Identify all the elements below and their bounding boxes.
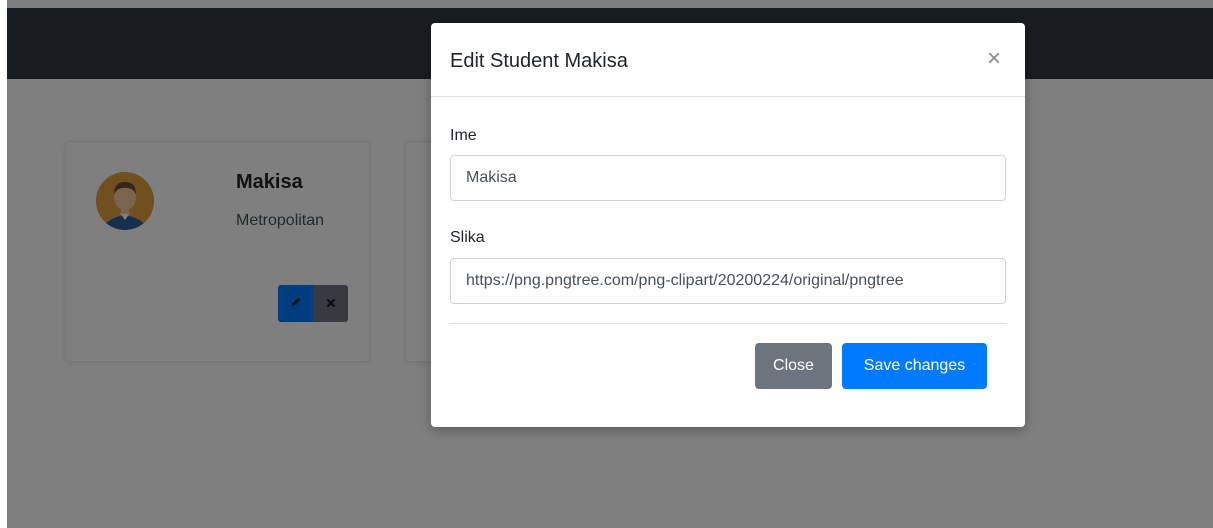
close-button[interactable]: Close — [755, 343, 832, 389]
edit-student-modal: Edit Student Makisa × Ime Slika Close Sa… — [431, 23, 1025, 427]
modal-close-icon[interactable]: × — [983, 45, 1005, 73]
ime-input[interactable] — [450, 155, 1006, 201]
slika-input[interactable] — [450, 258, 1006, 304]
save-changes-button[interactable]: Save changes — [842, 343, 987, 389]
footer-divider — [450, 323, 1006, 324]
ime-label: Ime — [450, 127, 477, 144]
page: Makisa Metropolitan — [7, 0, 1213, 528]
slika-label: Slika — [450, 229, 485, 246]
modal-header: Edit Student Makisa × — [431, 23, 1025, 97]
modal-title: Edit Student Makisa — [450, 50, 628, 72]
